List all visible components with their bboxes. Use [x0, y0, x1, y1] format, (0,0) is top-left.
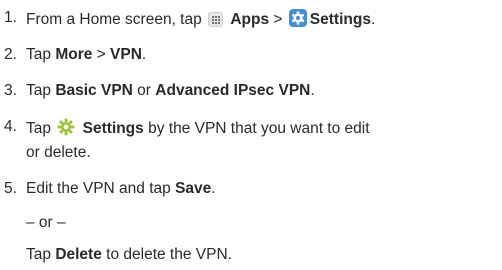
save-label: Save	[175, 180, 212, 197]
step-text-pre: From a Home screen, tap	[26, 11, 202, 28]
delete-label: Delete	[55, 246, 102, 263]
step-text: Tap Basic VPN or Advanced IPsec VPN.	[26, 82, 315, 100]
more-label: More	[55, 46, 93, 63]
settings-label: Settings	[82, 120, 144, 137]
basic-vpn-label: Basic VPN	[55, 82, 133, 99]
step-text-post: by the VPN that you want to edit	[148, 120, 370, 137]
step-text: Edit the VPN and tap Save.	[26, 180, 216, 198]
gear-icon	[57, 118, 75, 136]
step-text-pre: Tap	[26, 82, 51, 99]
vpn-label: VPN	[110, 46, 142, 63]
step-text-line2: or delete.	[26, 144, 91, 161]
separator: >	[273, 11, 283, 28]
period: .	[310, 82, 315, 99]
settings-app-icon	[288, 9, 307, 27]
period: .	[211, 180, 216, 197]
or-text: or	[137, 82, 151, 99]
or-text: – or –	[26, 214, 66, 231]
step-number: 5.	[4, 180, 17, 197]
step-text: Tap More > VPN.	[26, 46, 146, 64]
step-text: From a Home screen, tap Apps > Settings.	[26, 9, 375, 29]
step-text: Tap Settings by the VPN that you want to…	[26, 118, 370, 138]
period: .	[141, 46, 147, 63]
step-text-pre: Tap	[26, 120, 51, 137]
alt-text: Tap Delete to delete the VPN.	[26, 246, 232, 264]
step-text-pre: Tap	[26, 46, 51, 63]
step-text-pre: Tap	[26, 246, 51, 263]
advanced-ipsec-vpn-label: Advanced IPsec VPN	[155, 82, 311, 99]
step-number: 3.	[4, 82, 17, 99]
step-number: 1.	[4, 9, 17, 26]
instructions-document: 1. From a Home screen, tap Apps > Settin…	[0, 0, 502, 270]
settings-label: Settings	[309, 11, 371, 28]
separator: >	[96, 46, 106, 63]
apps-grid-icon	[208, 12, 224, 27]
apps-label: Apps	[230, 11, 270, 28]
step-number: 2.	[4, 46, 17, 63]
step-number: 4.	[4, 118, 17, 135]
step-text-post: to delete the VPN.	[106, 246, 232, 263]
step-text-pre: Edit the VPN and tap	[26, 180, 171, 197]
period: .	[370, 11, 376, 28]
